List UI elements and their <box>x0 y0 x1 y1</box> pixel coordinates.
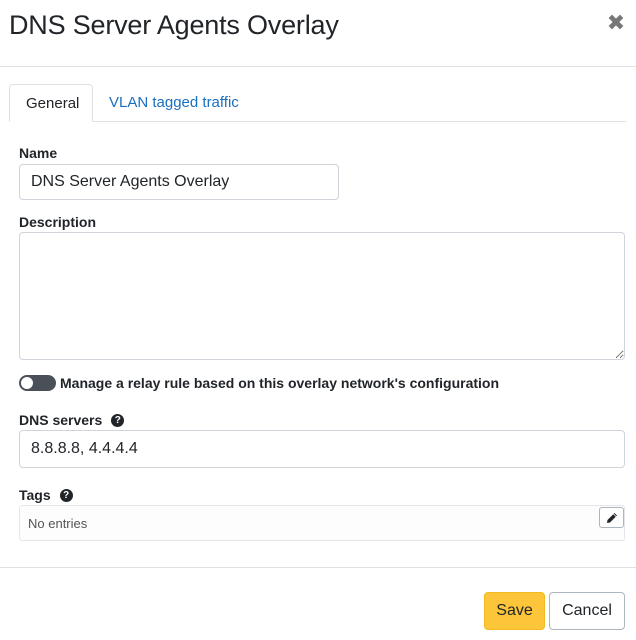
tags-empty-text: No entries <box>28 516 88 531</box>
relay-rule-label: Manage a relay rule based on this overla… <box>60 375 500 391</box>
tab-vlan-tagged-traffic[interactable]: VLAN tagged traffic <box>93 84 255 122</box>
modal-footer: Save Cancel <box>0 567 636 640</box>
toggle-knob <box>21 377 33 389</box>
save-button[interactable]: Save <box>484 592 545 630</box>
pencil-icon <box>607 513 617 523</box>
edit-tags-button[interactable] <box>599 507 624 528</box>
tab-bar: General VLAN tagged traffic <box>9 84 626 122</box>
name-input[interactable] <box>19 164 339 200</box>
tags-label-row: Tags? <box>19 487 73 503</box>
cancel-button[interactable]: Cancel <box>549 592 625 630</box>
close-icon[interactable]: ✖ <box>606 12 626 34</box>
dns-servers-label: DNS servers <box>19 412 103 428</box>
tags-label: Tags <box>19 487 51 503</box>
name-label: Name <box>19 145 58 161</box>
relay-rule-toggle[interactable] <box>19 375 56 391</box>
dns-servers-label-row: DNS servers? <box>19 412 125 428</box>
modal-title: DNS Server Agents Overlay <box>9 10 339 40</box>
description-textarea[interactable] <box>19 232 625 360</box>
description-label: Description <box>19 214 97 230</box>
question-circle-icon[interactable]: ? <box>59 488 73 502</box>
dns-servers-input[interactable] <box>19 430 625 468</box>
modal-header: DNS Server Agents Overlay ✖ <box>0 0 636 67</box>
tags-list: No entries <box>19 505 625 541</box>
question-circle-icon[interactable]: ? <box>111 413 125 427</box>
tab-general[interactable]: General <box>9 84 93 122</box>
